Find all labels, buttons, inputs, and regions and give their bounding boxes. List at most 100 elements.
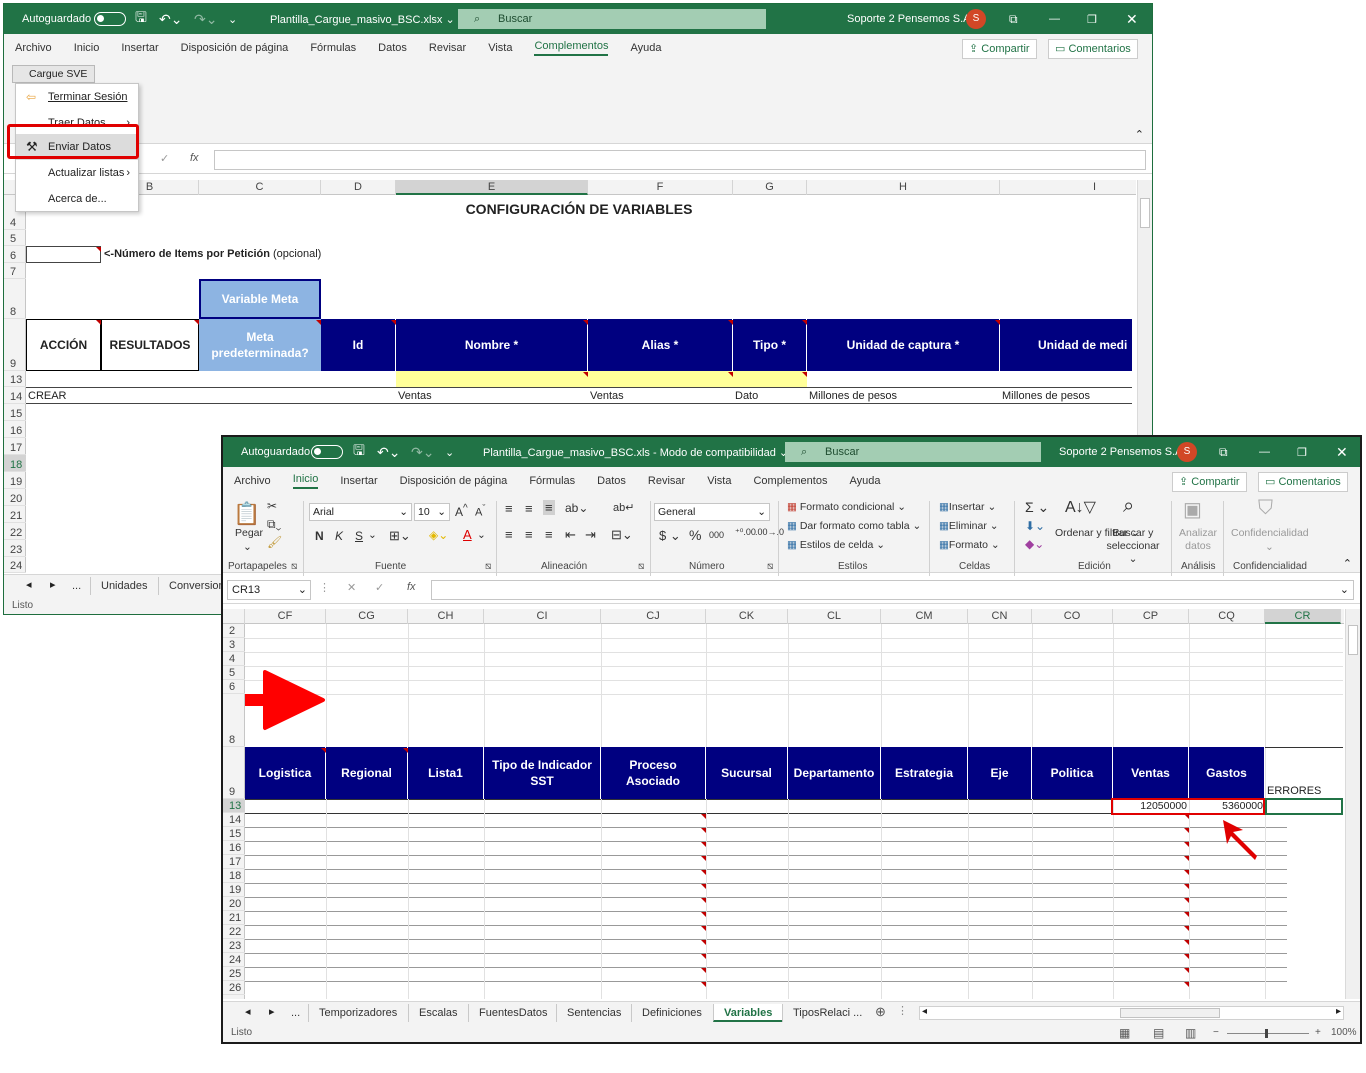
collapse-ribbon-icon[interactable]: ⌃ bbox=[1343, 557, 1352, 570]
col-c[interactable]: C bbox=[199, 180, 321, 195]
find-icon[interactable]: ⌕ bbox=[1123, 495, 1134, 518]
tab-next-icon[interactable]: ▸ bbox=[50, 578, 56, 591]
items-input-cell[interactable] bbox=[26, 246, 101, 263]
paste-icon[interactable]: 📋 bbox=[233, 501, 260, 527]
horizontal-scrollbar[interactable]: ◂ ▸ bbox=[919, 1006, 1344, 1020]
minimize-icon[interactable]: — bbox=[1259, 446, 1270, 458]
undo-icon[interactable]: ↶⌄ bbox=[159, 11, 182, 28]
zoom-out-icon[interactable]: − bbox=[1213, 1023, 1219, 1042]
share-button[interactable]: ⇪ Compartir bbox=[962, 39, 1037, 59]
tab-more[interactable]: ... bbox=[281, 1004, 310, 1022]
shrink-font-icon[interactable]: Aˇ bbox=[475, 503, 485, 519]
enter-icon[interactable]: ✓ bbox=[375, 581, 384, 594]
restore-icon[interactable]: ❐ bbox=[1297, 446, 1307, 459]
customize-icon[interactable]: ⌄ bbox=[445, 446, 454, 459]
fx-icon[interactable]: fx bbox=[190, 152, 199, 164]
format-painter-icon[interactable]: 🖌 bbox=[267, 535, 282, 549]
menu-complementos[interactable]: Complementos bbox=[753, 475, 827, 487]
font-size-select[interactable]: 10 ⌄ bbox=[414, 503, 450, 521]
menu-datos[interactable]: Datos bbox=[378, 42, 407, 54]
col-g[interactable]: G bbox=[733, 180, 807, 195]
align-center-icon[interactable]: ≡ bbox=[525, 527, 533, 542]
ribbon-display-icon[interactable]: ⧉ bbox=[1009, 12, 1018, 27]
search-box[interactable]: ⌕ Buscar bbox=[785, 442, 1041, 462]
page-layout-icon[interactable]: ▤ bbox=[1153, 1023, 1164, 1042]
redo-icon[interactable]: ↷⌄ bbox=[194, 11, 217, 28]
col-e[interactable]: E bbox=[396, 180, 588, 195]
menu-ayuda[interactable]: Ayuda bbox=[630, 42, 661, 54]
menu-vista[interactable]: Vista bbox=[488, 42, 512, 54]
menu-formulas[interactable]: Fórmulas bbox=[310, 42, 356, 54]
analyze-data-button[interactable]: Analizar datos bbox=[1178, 527, 1218, 553]
bold-button[interactable]: N bbox=[315, 529, 324, 543]
zoom-in-icon[interactable]: + bbox=[1315, 1023, 1321, 1042]
minimize-icon[interactable]: — bbox=[1049, 13, 1060, 25]
redo-icon[interactable]: ↷⌄ bbox=[411, 444, 434, 461]
currency-icon[interactable]: $ ⌄ bbox=[659, 528, 681, 544]
decrease-decimal-icon[interactable]: .00→.0 bbox=[755, 527, 784, 537]
scroll-left-icon[interactable]: ◂ bbox=[922, 1006, 927, 1017]
menu-disposicion[interactable]: Disposición de página bbox=[181, 42, 289, 54]
find-select-button[interactable]: Buscar y seleccionar ⌄ bbox=[1103, 527, 1163, 566]
select-all-corner[interactable] bbox=[223, 609, 245, 624]
cond-format-button[interactable]: ▦ Formato condicional ⌄ bbox=[787, 501, 906, 513]
fx-icon[interactable]: fx bbox=[407, 581, 416, 593]
copy-icon[interactable]: ⧉⌄ bbox=[267, 517, 281, 532]
underline-button[interactable]: S bbox=[355, 529, 363, 543]
paste-label[interactable]: Pegar bbox=[235, 527, 263, 539]
cargue-sve-button[interactable]: Cargue SVE ⌄ bbox=[12, 65, 95, 96]
align-bottom-icon[interactable]: ≡ bbox=[543, 500, 555, 515]
ribbon-display-icon[interactable]: ⧉ bbox=[1219, 445, 1228, 460]
collapse-ribbon-icon[interactable]: ⌃ bbox=[1135, 128, 1144, 141]
increase-indent-icon[interactable]: ⇥ bbox=[585, 527, 596, 543]
cell-styles-button[interactable]: ▦ Estilos de celda ⌄ bbox=[787, 539, 885, 551]
col-h[interactable]: H bbox=[807, 180, 1000, 195]
autosave-toggle[interactable] bbox=[311, 445, 343, 459]
menu-archivo[interactable]: Archivo bbox=[234, 475, 271, 487]
customize-icon[interactable]: ⌄ bbox=[228, 13, 237, 26]
menu-vista[interactable]: Vista bbox=[707, 475, 731, 487]
menu-complementos[interactable]: Complementos bbox=[534, 40, 609, 56]
add-sheet-icon[interactable]: ⊕ bbox=[875, 1004, 886, 1020]
align-top-icon[interactable]: ≡ bbox=[505, 501, 513, 516]
number-format-select[interactable]: General ⌄ bbox=[654, 503, 770, 521]
fill-color-icon[interactable]: ◈⌄ bbox=[429, 528, 448, 542]
analyze-data-icon[interactable]: ▣ bbox=[1183, 497, 1202, 522]
col-i[interactable]: I bbox=[1000, 180, 1152, 195]
menu-archivo[interactable]: Archivo bbox=[15, 42, 52, 54]
menu-datos[interactable]: Datos bbox=[597, 475, 626, 487]
delete-cells-button[interactable]: ▦Eliminar ⌄ bbox=[939, 520, 999, 532]
zoom-slider[interactable] bbox=[1227, 1029, 1309, 1038]
menu-inicio[interactable]: Inicio bbox=[74, 42, 100, 54]
save-icon[interactable]: 🖫 bbox=[353, 440, 365, 464]
tab-definiciones[interactable]: Definiciones bbox=[631, 1004, 712, 1022]
autosum-icon[interactable]: Σ ⌄ bbox=[1025, 499, 1049, 516]
formula-input[interactable]: ⌄ bbox=[431, 580, 1354, 600]
close-icon[interactable]: ✕ bbox=[1336, 444, 1348, 461]
col-f[interactable]: F bbox=[588, 180, 733, 195]
cut-icon[interactable]: ✂ bbox=[267, 499, 277, 513]
menu-revisar[interactable]: Revisar bbox=[429, 42, 466, 54]
tab-variables[interactable]: Variables bbox=[713, 1004, 783, 1022]
cancel-icon[interactable]: ✕ bbox=[347, 581, 356, 594]
menu-item-actualizar-listas[interactable]: Actualizar listas › bbox=[16, 160, 138, 186]
merge-icon[interactable]: ⊟⌄ bbox=[611, 527, 633, 543]
col-d[interactable]: D bbox=[321, 180, 396, 195]
avatar[interactable]: S bbox=[966, 9, 986, 29]
menu-formulas[interactable]: Fórmulas bbox=[529, 475, 575, 487]
save-icon[interactable]: 🖫 bbox=[135, 7, 147, 31]
autosave-toggle[interactable] bbox=[94, 12, 126, 26]
formula-input[interactable] bbox=[214, 150, 1146, 170]
confidentiality-button[interactable]: Confidencialidad bbox=[1231, 527, 1309, 539]
font-name-select[interactable]: Arial ⌄ bbox=[309, 503, 412, 521]
menu-insertar[interactable]: Insertar bbox=[340, 475, 377, 487]
close-icon[interactable]: ✕ bbox=[1126, 11, 1138, 28]
insert-cells-button[interactable]: ▦Insertar ⌄ bbox=[939, 501, 996, 513]
fill-icon[interactable]: ⬇⌄ bbox=[1025, 519, 1045, 533]
orientation-icon[interactable]: ab⌄ bbox=[565, 501, 588, 515]
table-format-button[interactable]: ▦ Dar formato como tabla ⌄ bbox=[787, 520, 921, 532]
menu-disposicion[interactable]: Disposición de página bbox=[400, 475, 508, 487]
comments-button[interactable]: ▭ Comentarios bbox=[1048, 39, 1138, 59]
increase-decimal-icon[interactable]: ⁺⁰.00 bbox=[735, 527, 756, 538]
borders-icon[interactable]: ⊞⌄ bbox=[389, 528, 411, 544]
